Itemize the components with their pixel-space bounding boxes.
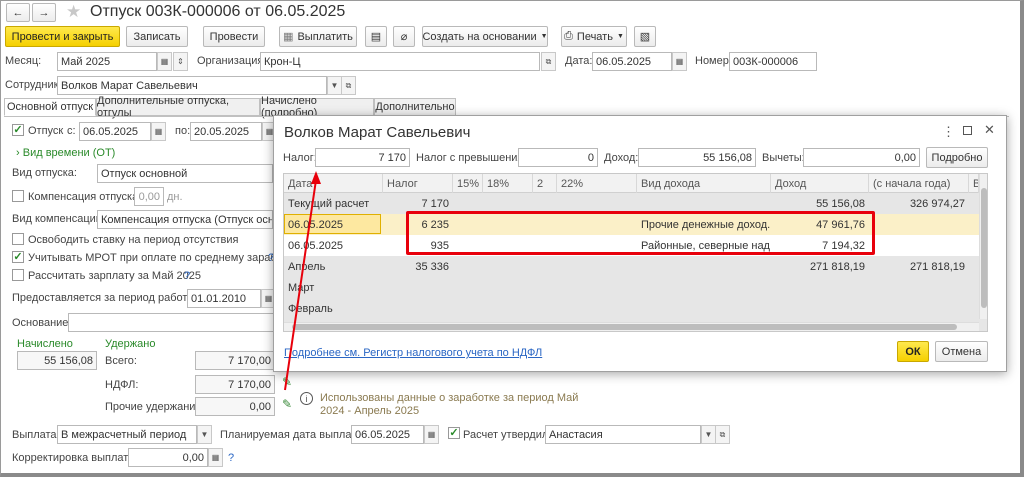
arrow-line: [284, 179, 317, 391]
annotation-arrow: [284, 171, 321, 391]
arrow-head: [311, 171, 321, 184]
